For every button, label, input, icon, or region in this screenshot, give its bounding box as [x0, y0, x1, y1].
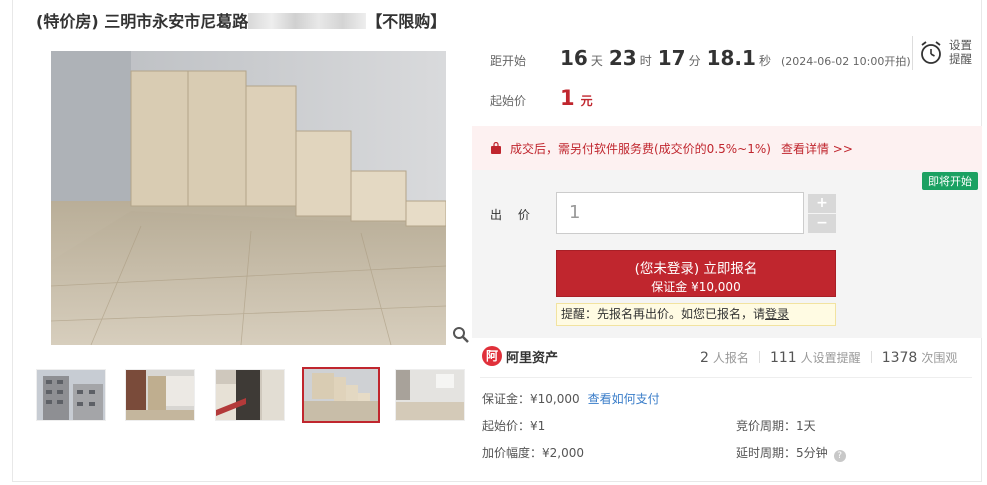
signup-deposit: 保证金 ¥10,000 [651, 280, 741, 294]
start-time: (2024-06-02 10:00开拍) [780, 55, 911, 68]
login-link[interactable]: 登录 [765, 307, 789, 321]
countdown-seconds: 18.1 [706, 46, 756, 70]
increment-info: 加价幅度：¥2,000 [482, 446, 584, 460]
how-to-pay-link[interactable]: 查看如何支付 [588, 392, 660, 406]
countdown-label: 距开始 [490, 54, 527, 68]
reminder-label: 设置提醒 [949, 38, 972, 66]
service-fee-notice: 成交后，需另付软件服务费(成交价的0.5%~1%) 查看详情 >> [472, 126, 982, 170]
deposit-info: 保证金：¥10,000 查看如何支付 [482, 392, 660, 406]
bid-input[interactable]: 1 [556, 192, 804, 234]
start-price-label: 起始价 [490, 94, 527, 108]
thumbnail[interactable] [125, 369, 195, 421]
fee-text: 成交后，需另付软件服务费(成交价的0.5%~1%) [510, 141, 771, 156]
thumbnail-active[interactable] [302, 367, 380, 423]
set-reminder-button[interactable]: 设置提醒 [912, 36, 972, 70]
alarm-clock-icon [921, 41, 941, 64]
increase-bid-button[interactable]: + [808, 194, 836, 213]
bid-label: 出 价 [490, 208, 536, 222]
status-badge: 即将开始 [922, 172, 978, 190]
divider [480, 377, 972, 378]
zoom-icon[interactable] [452, 326, 470, 344]
cycle-info: 竞价周期：1天 [736, 419, 816, 433]
countdown-minutes: 17 [657, 46, 686, 70]
signups-count: 2 [700, 350, 709, 366]
ali-logo-icon: 阿 [482, 346, 502, 366]
platform-name: 阿里资产 [506, 350, 559, 366]
countdown-days: 16 [560, 46, 588, 70]
bid-area: 即将开始 出 价 1 + − (您未登录) 立即报名 保证金 ¥10,000 提… [472, 170, 982, 338]
listing-title: (特价房) 三明市永安市尼葛路 【不限购】 [36, 12, 447, 31]
redacted-address [248, 13, 367, 29]
countdown-hours: 23 [608, 46, 637, 70]
thumbnail[interactable] [395, 369, 465, 421]
bag-icon [491, 142, 501, 154]
signup-label: (您未登录) 立即报名 [634, 261, 758, 277]
fee-details-link[interactable]: 查看详情 >> [781, 140, 853, 157]
signup-button[interactable]: (您未登录) 立即报名 保证金 ¥10,000 [556, 250, 836, 297]
thumbnail[interactable] [215, 369, 285, 421]
delay-info: 延时周期：5分钟? [736, 444, 846, 462]
start-price-row: 起始价 1 元 [490, 86, 593, 110]
start-price-info: 起始价：¥1 [482, 419, 546, 433]
start-price-value: 1 [560, 86, 575, 110]
countdown-row: 距开始 16 天 23 时 17 分 18.1 秒 (2024-06-02 10:00开… [490, 46, 911, 70]
login-tip: 提醒：先报名再出价。如您已报名，请登录 [556, 303, 836, 326]
platform-brand: 阿 阿里资产 [482, 346, 558, 366]
stats-row: 2 人报名 111 人设置提醒 1378 次围观 [700, 350, 958, 366]
help-icon[interactable]: ? [833, 450, 846, 462]
reminders-count: 111 [769, 350, 797, 366]
start-price-unit: 元 [580, 94, 593, 108]
decrease-bid-button[interactable]: − [808, 214, 836, 233]
thumbnail[interactable] [36, 369, 106, 421]
views-count: 1378 [881, 350, 918, 366]
main-photo[interactable] [51, 51, 446, 345]
